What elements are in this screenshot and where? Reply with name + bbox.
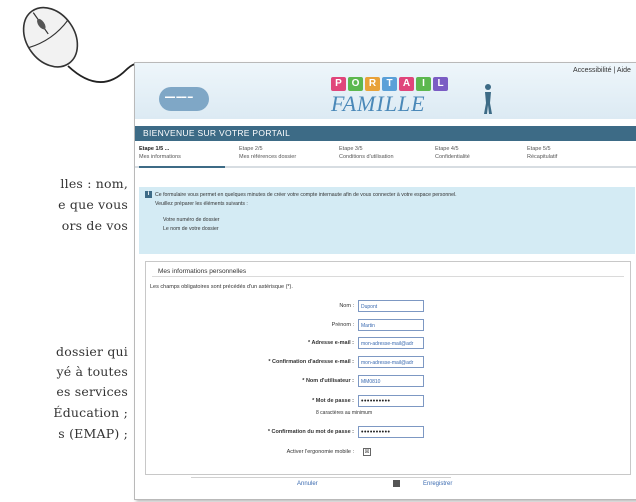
- portail-letter: A: [399, 77, 414, 91]
- step-number: Etape 3/5: [339, 146, 363, 152]
- required-note: Les champs obligatoires sont précédés d'…: [150, 284, 293, 290]
- password-hint: 8 caractères au minimum: [316, 410, 373, 416]
- save-button[interactable]: Enregistrer: [423, 481, 452, 487]
- field-label: Nom :: [339, 303, 354, 309]
- portail-letter: T: [382, 77, 397, 91]
- field-label: Activer l'ergonomie mobile :: [286, 449, 354, 455]
- password-confirm-input[interactable]: ••••••••••: [358, 426, 424, 438]
- portail-letter: R: [365, 77, 380, 91]
- help-link[interactable]: Aide: [617, 67, 631, 74]
- field-label: * Confirmation d'adresse e-mail :: [268, 359, 354, 365]
- step-5[interactable]: Etape 5/5 Récapitulatif: [527, 145, 557, 161]
- step-progress-active: [139, 166, 225, 168]
- doc-line: e que vous: [58, 197, 128, 212]
- divider: [152, 276, 624, 277]
- save-icon: [393, 480, 400, 487]
- step-number: Etape 1/5 ...: [139, 146, 170, 152]
- accessibility-links: Accessibilité | Aide: [573, 67, 631, 74]
- form-row-mobile: Activer l'ergonomie mobile :: [146, 446, 630, 460]
- last-name-input[interactable]: Dupont: [358, 300, 424, 312]
- welcome-banner-text: BIENVENUE SUR VOTRE PORTAIL: [143, 128, 291, 138]
- famille-logo-text: FAMILLE: [331, 91, 426, 116]
- field-label: * Adresse e-mail :: [308, 340, 354, 346]
- step-4[interactable]: Etape 4/5 Confidentialité: [435, 145, 470, 161]
- doc-line: Éducation ;: [53, 405, 128, 420]
- form-button-bar: Annuler Enregistrer: [191, 477, 452, 492]
- step-label: Récapitulatif: [527, 154, 558, 160]
- field-label: * Mot de passe :: [312, 398, 354, 404]
- mobile-ergonomics-checkbox[interactable]: ☒: [363, 448, 371, 456]
- field-label: Prénom :: [331, 322, 354, 328]
- form-row-email: * Adresse e-mail : mon-adresse-mail@adr: [146, 337, 630, 351]
- cancel-button[interactable]: Annuler: [297, 481, 318, 487]
- email-input[interactable]: mon-adresse-mail@adr: [358, 337, 424, 349]
- field-label-text: Mot de passe :: [315, 398, 354, 404]
- step-label: Mes informations: [139, 154, 181, 160]
- portal-header: ▬▬ ▬▬ ▬ P O R T A I L FAMILLE Accessibil…: [135, 63, 636, 119]
- doc-line: dossier qui: [56, 344, 128, 359]
- step-indicator: Etape 1/5 ... Mes informations Etape 2/5 M…: [135, 143, 636, 163]
- personal-info-form: Mes informations personnelles Les champs…: [145, 261, 631, 475]
- doc-line: lles : nom,: [60, 176, 128, 191]
- child-figure-icon: [484, 84, 492, 114]
- portail-letter: P: [331, 77, 346, 91]
- portal-screenshot: ▬▬ ▬▬ ▬ P O R T A I L FAMILLE Accessibil…: [134, 62, 636, 500]
- info-item: Votre numéro de dossier: [163, 217, 220, 223]
- form-row-email-confirm: * Confirmation d'adresse e-mail : mon-ad…: [146, 356, 630, 370]
- step-number: Etape 5/5: [527, 146, 551, 152]
- info-icon: i: [145, 191, 152, 198]
- field-label-text: Confirmation du mot de passe :: [271, 429, 354, 435]
- welcome-banner: BIENVENUE SUR VOTRE PORTAIL: [135, 126, 636, 141]
- portail-letter: I: [416, 77, 431, 91]
- email-confirm-input[interactable]: mon-adresse-mail@adr: [358, 356, 424, 368]
- document-text-column: lles : nom, e que vous ors de vos dossie…: [0, 0, 132, 502]
- field-label: * Nom d'utilisateur :: [302, 378, 354, 384]
- form-row-username: * Nom d'utilisateur : MM0810: [146, 375, 630, 389]
- info-item: Le nom de votre dossier: [163, 226, 219, 232]
- field-label-text: Nom d'utilisateur :: [305, 378, 354, 384]
- field-label-text: Adresse e-mail :: [311, 340, 355, 346]
- step-2[interactable]: Etape 2/5 Mes références dossier: [239, 145, 296, 161]
- step-label: Confidentialité: [435, 154, 470, 160]
- field-label-text: Confirmation d'adresse e-mail :: [272, 359, 354, 365]
- portail-letter: O: [348, 77, 363, 91]
- info-prepare: Veuillez préparer les éléments suivants …: [155, 201, 248, 207]
- password-input[interactable]: ••••••••••: [358, 395, 424, 407]
- info-intro: Ce formulaire vous permet en quelques mi…: [155, 192, 457, 198]
- step-3[interactable]: Etape 3/5 Conditions d'utilisation: [339, 145, 394, 161]
- step-number: Etape 4/5: [435, 146, 459, 152]
- accessibility-link[interactable]: Accessibilité |: [573, 67, 615, 74]
- step-number: Etape 2/5: [239, 146, 263, 152]
- info-box: i Ce formulaire vous permet en quelques …: [139, 187, 635, 254]
- doc-line: es services: [56, 384, 128, 399]
- portail-letter: L: [433, 77, 448, 91]
- doc-line: ors de vos: [61, 218, 128, 233]
- step-1[interactable]: Etape 1/5 ... Mes informations: [139, 145, 181, 161]
- form-section-title: Mes informations personnelles: [158, 268, 247, 275]
- first-name-input[interactable]: Martin: [358, 319, 424, 331]
- username-input[interactable]: MM0810: [358, 375, 424, 387]
- step-label: Mes références dossier: [239, 154, 297, 160]
- field-label: * Confirmation du mot de passe :: [267, 429, 354, 435]
- form-row-nom: Nom : Dupont: [146, 300, 630, 314]
- step-label: Conditions d'utilisation: [339, 154, 394, 160]
- form-row-prenom: Prénom : Martin: [146, 319, 630, 333]
- doc-line: yé à toutes: [56, 364, 128, 379]
- town-logo: ▬▬ ▬▬ ▬: [159, 87, 209, 111]
- doc-line: s (EMAP) ;: [58, 426, 128, 441]
- portail-logo: P O R T A I L: [331, 77, 448, 91]
- form-row-password: * Mot de passe : ••••••••••: [146, 395, 630, 409]
- form-row-password-confirm: * Confirmation du mot de passe : •••••••…: [146, 426, 630, 440]
